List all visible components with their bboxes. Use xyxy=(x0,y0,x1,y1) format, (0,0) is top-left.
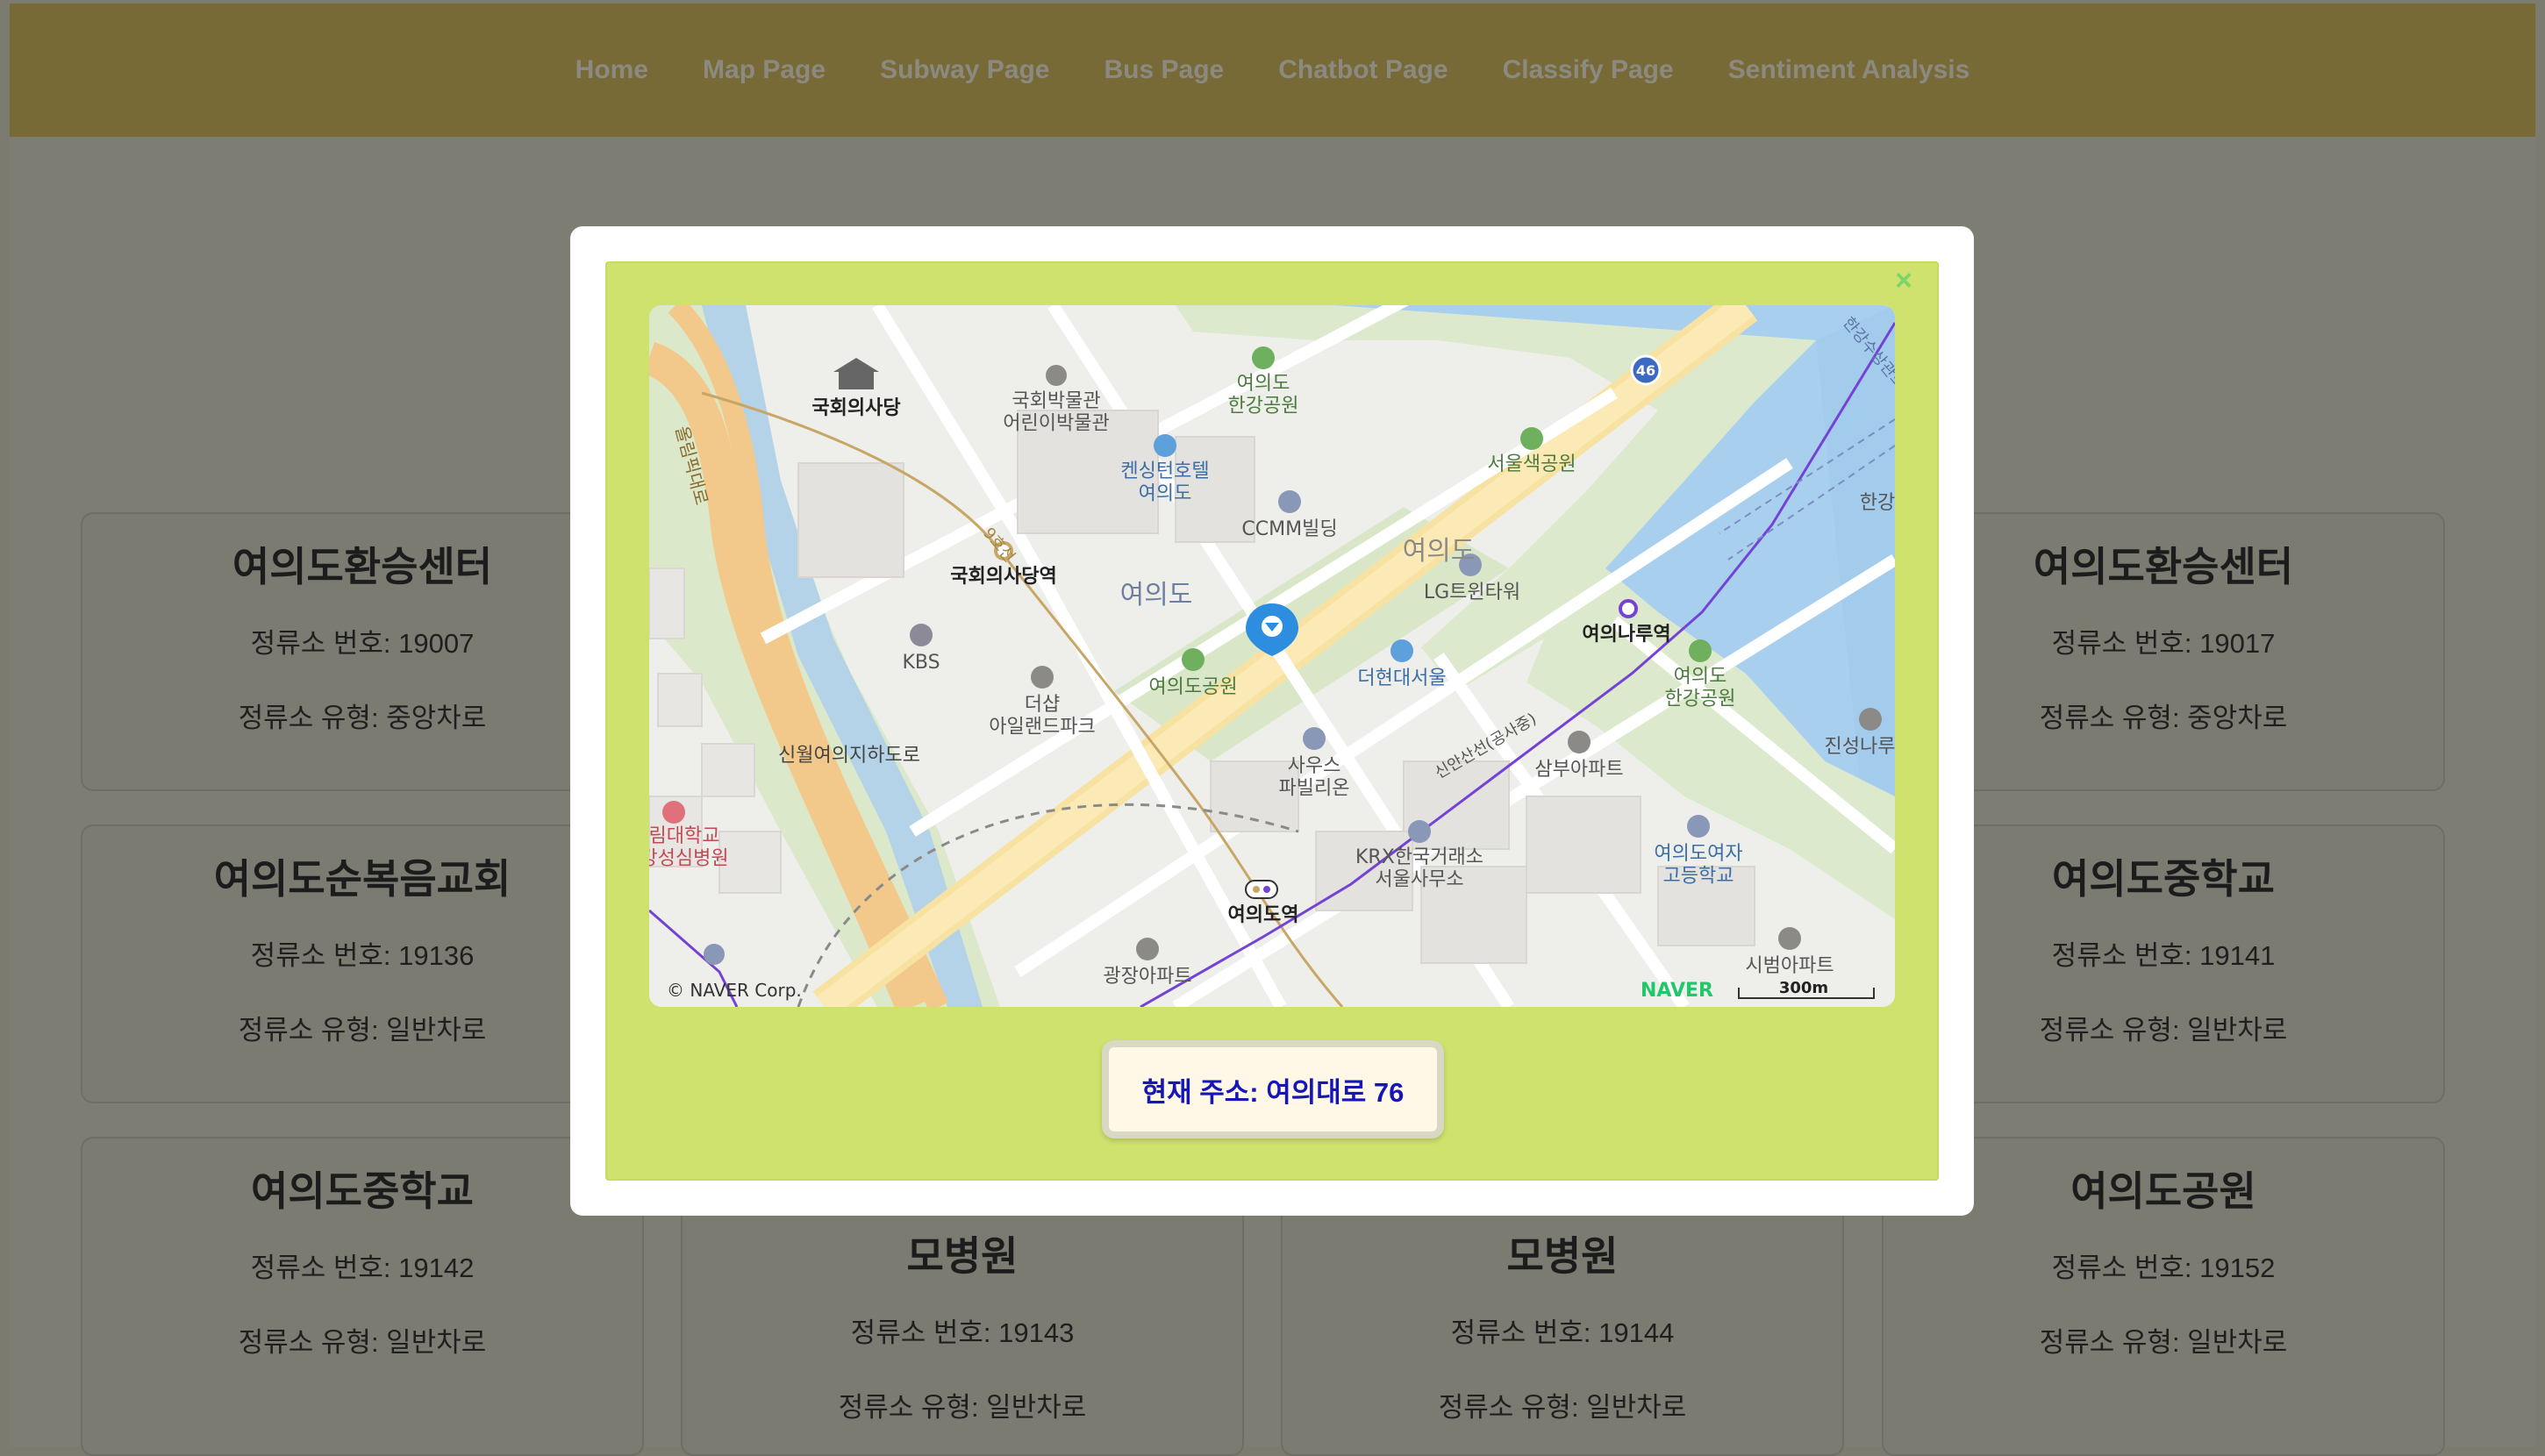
map-label-kbs: KBS xyxy=(902,652,940,674)
bus-stop-card[interactable]: 여의도중학교 정류소 번호: 19142 정류소 유형: 일반차로 xyxy=(81,1137,644,1456)
transfer-station-icon xyxy=(1245,880,1278,899)
park-icon xyxy=(1689,639,1712,662)
nav-map-page[interactable]: Map Page xyxy=(703,55,826,85)
museum-icon xyxy=(1046,365,1067,386)
stop-number: 정류소 번호: 19152 xyxy=(2051,1253,2276,1283)
stop-name: 여의도중학교 xyxy=(251,1168,474,1214)
route-46-text: 46 xyxy=(1636,362,1655,379)
center-icon xyxy=(704,944,725,965)
stop-name: 여의도순복음교회 xyxy=(213,856,511,902)
map-label-yeouido-station: 여의도역 xyxy=(1228,904,1299,926)
stop-number: 정류소 번호: 19136 xyxy=(250,940,475,971)
stop-name: 모병원 xyxy=(906,1233,1019,1279)
map-label-sibeom: 시범아파트 xyxy=(1745,955,1834,977)
stop-number: 정류소 번호: 19143 xyxy=(850,1317,1075,1348)
apartment-icon xyxy=(1568,731,1591,753)
stop-number: 정류소 번호: 19007 xyxy=(250,628,475,659)
map-label-assembly: 국회의사당 xyxy=(811,397,900,419)
nav-chatbot-page[interactable]: Chatbot Page xyxy=(1278,55,1448,85)
naver-logo: NAVER xyxy=(1641,980,1713,1002)
map-label-lg-twin: LG트윈타워 xyxy=(1424,582,1520,603)
current-address-text: 현재 주소: 여의대로 76 xyxy=(1141,1076,1405,1108)
stop-name: 모병원 xyxy=(1506,1233,1619,1279)
stop-type: 정류소 유형: 일반차로 xyxy=(238,1015,487,1046)
map-scale-label: 300m xyxy=(1779,979,1828,997)
nav-sentiment-analysis[interactable]: Sentiment Analysis xyxy=(1728,55,1970,85)
stop-number: 정류소 번호: 19144 xyxy=(1450,1317,1675,1348)
modal-content: × 46 국회의사당 국회박물관 어린이박물관 여의도 한강공원 서울색공원 켄… xyxy=(605,261,1939,1181)
map-label-yeouido-park: 여의도공원 xyxy=(1148,676,1237,698)
top-navigation: Home Map Page Subway Page Bus Page Chatb… xyxy=(10,4,2535,137)
current-address-button[interactable]: 현재 주소: 여의대로 76 xyxy=(1102,1040,1444,1138)
pier-icon xyxy=(1859,708,1882,731)
map-label-sinwol: 신월여의지하도로 xyxy=(778,745,920,767)
map-label-the-hyundai: 더현대서울 xyxy=(1357,667,1446,689)
bus-stop-card[interactable]: 여의도환승센터 정류소 번호: 19007 정류소 유형: 중앙차로 xyxy=(81,512,644,791)
map-label-yeouinaru: 여의나루역 xyxy=(1582,624,1670,646)
map-label-hospital: 림대학교강성심병원 xyxy=(649,825,729,869)
nav-bus-page[interactable]: Bus Page xyxy=(1104,55,1224,85)
nav-home[interactable]: Home xyxy=(575,55,648,85)
hospital-icon xyxy=(662,801,685,824)
map-label-museum: 국회박물관 어린이박물관 xyxy=(1003,390,1109,434)
stop-type: 정류소 유형: 중앙차로 xyxy=(238,703,487,733)
apartment-icon xyxy=(1031,666,1054,689)
map-label-seoul-color-park: 서울색공원 xyxy=(1487,453,1576,475)
line5-dot xyxy=(1263,886,1270,893)
stop-type: 정류소 유형: 일반차로 xyxy=(2039,1327,2288,1358)
map-copyright: © NAVER Corp. xyxy=(667,980,802,1001)
map-label-ccmm: CCMM빌딩 xyxy=(1241,518,1337,540)
park-icon xyxy=(1252,346,1275,369)
map-label-sambu: 삼부아파트 xyxy=(1534,759,1623,781)
map-label-girls-high: 여의도여자 고등학교 xyxy=(1654,843,1742,887)
bus-stop-card[interactable]: 여의도순복음교회 정류소 번호: 19136 정류소 유형: 일반차로 xyxy=(81,824,644,1103)
broadcast-icon xyxy=(910,624,933,646)
stop-name: 여의도환승센터 xyxy=(232,544,493,589)
building-icon xyxy=(1278,490,1301,513)
map-label-yeouido-right: 여의도 xyxy=(1403,536,1476,567)
park-icon xyxy=(1182,648,1205,671)
building-icon xyxy=(1408,820,1431,843)
stop-type: 정류소 유형: 일반차로 xyxy=(1438,1392,1687,1423)
map-canvas[interactable]: 46 국회의사당 국회박물관 어린이박물관 여의도 한강공원 서울색공원 켄싱턴… xyxy=(649,305,1895,1007)
map-label-assembly-station: 국회의사당역 xyxy=(950,566,1056,588)
map-label-hangang: 한강 xyxy=(1860,492,1895,514)
school-icon xyxy=(1687,815,1710,838)
stop-type: 정류소 유형: 일반차로 xyxy=(238,1327,487,1358)
apartment-icon xyxy=(1778,927,1801,950)
nav-classify-page[interactable]: Classify Page xyxy=(1503,55,1674,85)
shopping-icon xyxy=(1390,639,1413,662)
hotel-icon xyxy=(1154,434,1176,457)
map-label-gwangjang: 광장아파트 xyxy=(1103,966,1191,988)
apartment-icon xyxy=(1136,938,1159,960)
map-label-hangang-park: 여의도 한강공원 xyxy=(1228,373,1299,417)
close-icon[interactable]: × xyxy=(1890,266,1918,296)
stop-number: 정류소 번호: 19142 xyxy=(250,1253,475,1283)
naver-map[interactable]: 46 국회의사당 국회박물관 어린이박물관 여의도 한강공원 서울색공원 켄싱턴… xyxy=(649,305,1895,1007)
map-label-sause: 사우스 파빌리온 xyxy=(1279,755,1350,799)
map-label-yeouido: 여의도 xyxy=(1120,580,1193,610)
line9-dot xyxy=(1253,886,1260,893)
map-label-jinseong: 진성나루 xyxy=(1825,736,1895,758)
nav-subway-page[interactable]: Subway Page xyxy=(880,55,1049,85)
stop-type: 정류소 유형: 일반차로 xyxy=(838,1392,1087,1423)
station-icon xyxy=(1619,599,1638,618)
building-icon xyxy=(1303,727,1326,750)
map-modal: × 46 국회의사당 국회박물관 어린이박물관 여의도 한강공원 서울색공원 켄… xyxy=(570,226,1974,1216)
park-icon xyxy=(1520,427,1543,450)
map-label-hangang-park-east: 여의도 한강공원 xyxy=(1665,666,1736,710)
